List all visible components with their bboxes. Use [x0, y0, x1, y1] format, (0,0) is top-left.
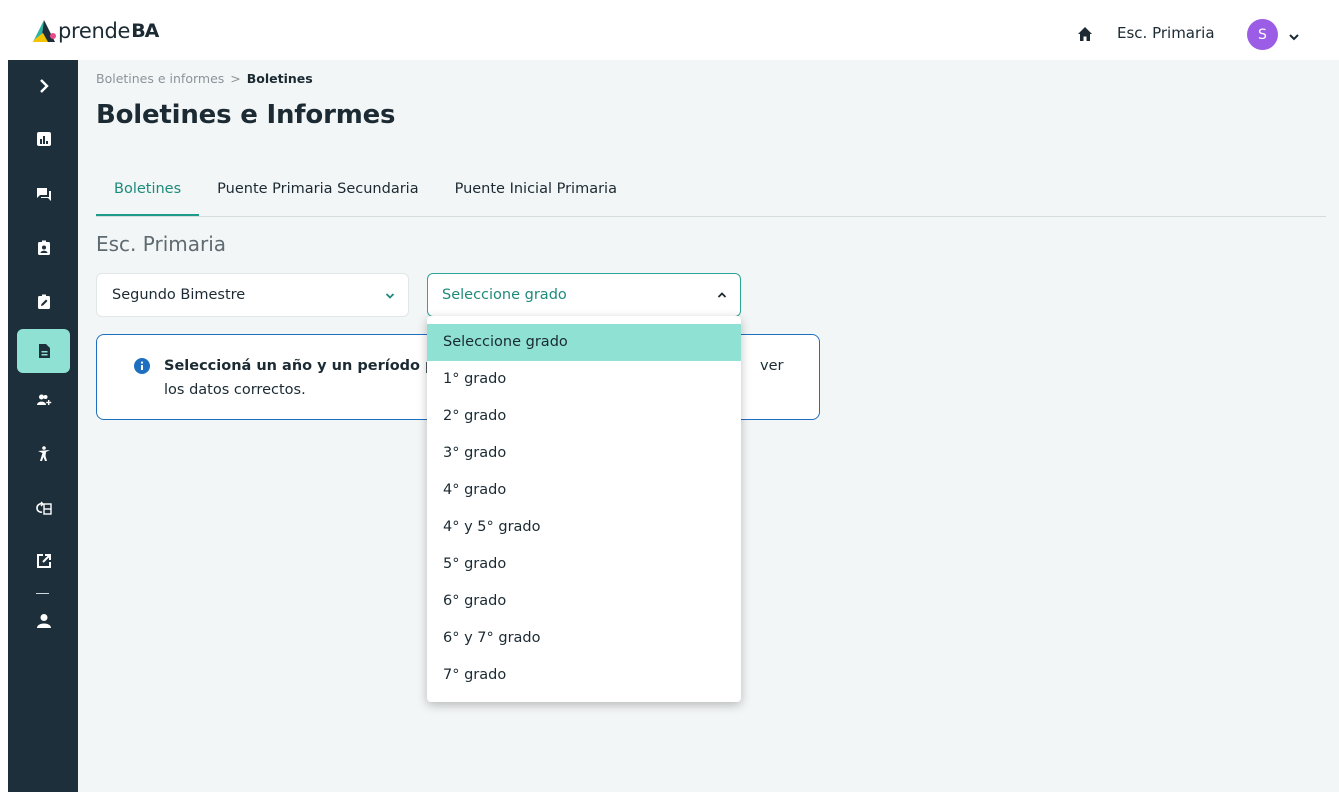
grade-option-5[interactable]: 5° grado	[427, 546, 741, 583]
tab-boletines[interactable]: Boletines	[96, 177, 200, 217]
period-select-value: Segundo Bimestre	[112, 287, 246, 303]
logo-a-mark	[30, 19, 60, 43]
tab-puente-primaria-secundaria[interactable]: Puente Primaria Secundaria	[199, 177, 436, 216]
chevron-up-icon	[716, 289, 728, 301]
logo-suffix: BA	[131, 20, 159, 42]
sidebar-item-activities[interactable]	[17, 432, 70, 476]
chat-icon	[36, 188, 51, 201]
grade-option-6-7[interactable]: 6° y 7° grado	[427, 620, 741, 657]
app-logo[interactable]: prende BA	[30, 18, 159, 44]
grade-option-7[interactable]: 7° grado	[427, 657, 741, 694]
grade-option-3[interactable]: 3° grado	[427, 435, 741, 472]
info-message-bold: Seleccioná un año y un período p	[164, 358, 436, 374]
sidebar-item-messages[interactable]	[17, 172, 70, 216]
document-icon	[38, 344, 50, 358]
sidebar-item-assessments[interactable]	[17, 280, 70, 324]
sidebar-divider	[36, 593, 49, 594]
external-link-icon	[36, 554, 51, 568]
chevron-right-icon	[39, 79, 49, 93]
clipboard-edit-icon	[37, 294, 50, 309]
avatar[interactable]: S	[1247, 19, 1278, 50]
sidebar-item-students[interactable]	[17, 226, 70, 270]
sidebar-item-external[interactable]	[17, 539, 70, 583]
sidebar-item-reports[interactable]	[17, 117, 70, 161]
grade-option-4[interactable]: 4° grado	[427, 472, 741, 509]
grade-select[interactable]: Seleccione grado	[427, 273, 741, 317]
user-icon	[36, 614, 51, 628]
grade-option-4-5[interactable]: 4° y 5° grado	[427, 509, 741, 546]
sidebar-item-report-cards[interactable]	[17, 329, 70, 373]
breadcrumb-current: Boletines	[246, 71, 313, 86]
chart-icon	[36, 132, 51, 146]
sidebar-item-profile[interactable]	[17, 599, 70, 643]
period-select[interactable]: Segundo Bimestre	[96, 273, 409, 317]
sidebar-item-enrollment[interactable]	[17, 378, 70, 422]
grade-select-value: Seleccione grado	[442, 287, 567, 303]
tab-puente-inicial-primaria[interactable]: Puente Inicial Primaria	[437, 177, 635, 216]
school-selector[interactable]: Esc. Primaria	[1117, 24, 1215, 42]
logo-text: prende	[58, 19, 131, 43]
page-title: Boletines e Informes	[96, 100, 396, 130]
tabs-divider	[96, 216, 1326, 217]
grade-option-6[interactable]: 6° grado	[427, 583, 741, 620]
home-icon[interactable]	[1077, 26, 1093, 42]
grade-option-2[interactable]: 2° grado	[427, 398, 741, 435]
section-title: Esc. Primaria	[96, 232, 227, 256]
sidebar	[8, 60, 78, 792]
grade-dropdown-menu: Seleccione grado 1° grado 2° grado 3° gr…	[427, 316, 741, 702]
checklist-icon	[35, 501, 52, 515]
sidebar-expand-button[interactable]	[17, 64, 70, 108]
grade-option-1[interactable]: 1° grado	[427, 361, 741, 398]
info-message-tail: ver	[760, 358, 784, 374]
breadcrumb: Boletines e informes > Boletines	[96, 71, 313, 86]
breadcrumb-parent[interactable]: Boletines e informes	[96, 71, 224, 86]
add-users-icon	[36, 394, 51, 405]
breadcrumb-separator: >	[230, 71, 241, 86]
person-running-icon	[37, 446, 50, 461]
badge-icon	[37, 240, 50, 255]
sidebar-item-attendance[interactable]	[17, 486, 70, 530]
chevron-down-icon[interactable]	[1288, 28, 1300, 41]
chevron-down-icon	[384, 290, 396, 302]
info-icon	[134, 358, 150, 374]
grade-option-seleccione[interactable]: Seleccione grado	[427, 324, 741, 361]
info-message-line2: los datos correctos.	[164, 382, 306, 398]
tabs: Boletines Puente Primaria Secundaria Pue…	[96, 177, 635, 217]
top-bar: prende BA Esc. Primaria S	[0, 0, 1339, 60]
